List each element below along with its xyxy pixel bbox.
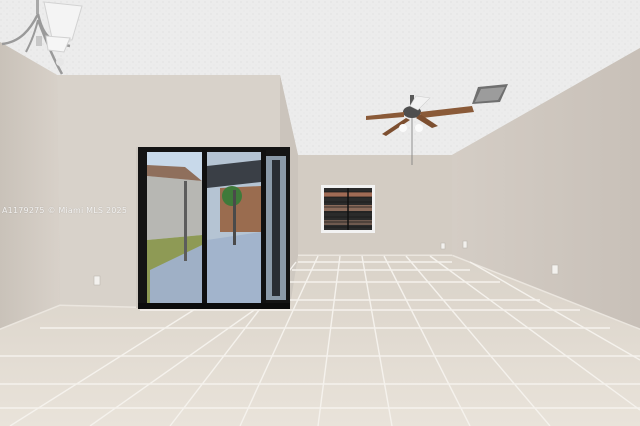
- wall-outlet: [462, 240, 468, 249]
- left-wall: [0, 42, 60, 330]
- room-photo: A1179275 © Miami MLS 2025: [0, 0, 640, 426]
- wall-outlet: [551, 264, 559, 275]
- sliding-glass-door: [138, 147, 290, 309]
- window-with-blinds: [321, 185, 375, 233]
- wall-outlet: [93, 275, 101, 286]
- wall-outlet: [440, 242, 446, 250]
- watermark-text: A1179275 © Miami MLS 2025: [2, 206, 128, 215]
